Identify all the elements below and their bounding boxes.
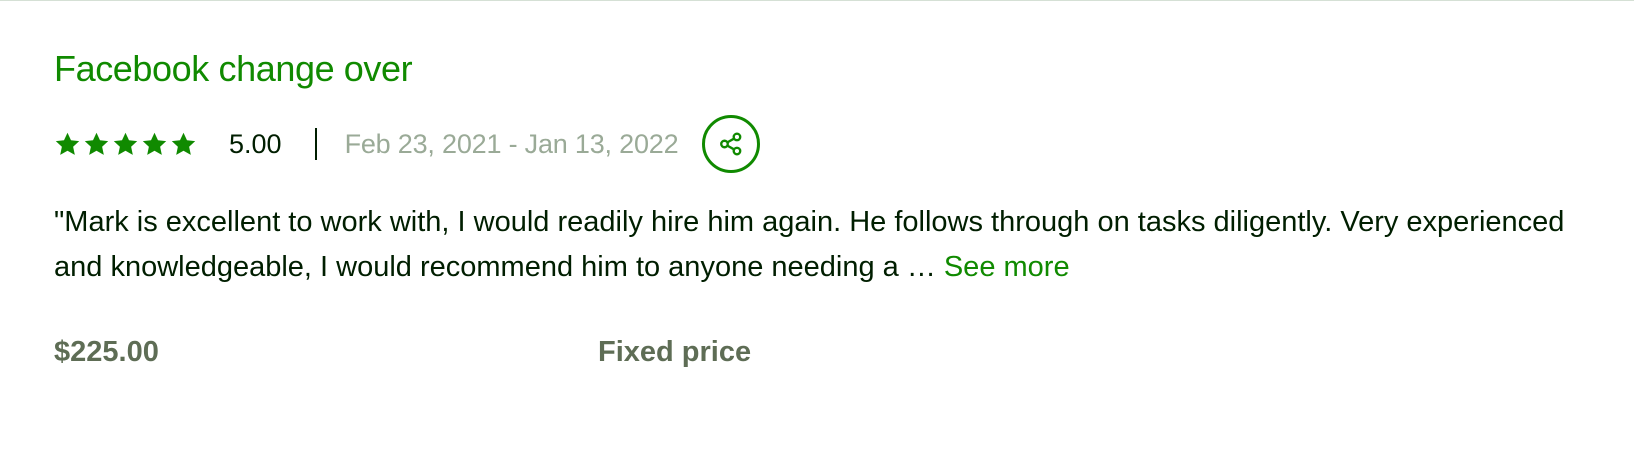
job-title-link[interactable]: Facebook change over xyxy=(54,48,413,90)
contract-date-range: Feb 23, 2021 - Jan 13, 2022 xyxy=(344,128,679,159)
job-meta-row: 5.00 Feb 23, 2021 - Jan 13, 2022 xyxy=(54,112,761,176)
see-more-link[interactable]: See more xyxy=(944,251,1070,283)
meta-divider xyxy=(314,128,317,160)
price-type: Fixed price xyxy=(598,336,752,368)
star-icon xyxy=(142,132,167,155)
share-icon xyxy=(720,132,742,156)
star-icon xyxy=(84,132,109,155)
star-rating xyxy=(54,131,197,158)
star-icon xyxy=(171,132,196,155)
share-button[interactable] xyxy=(702,115,761,173)
client-feedback: "Mark is excellent to work with, I would… xyxy=(54,200,1574,290)
star-icon xyxy=(55,132,80,155)
feedback-text: "Mark is excellent to work with, I would… xyxy=(54,206,1565,283)
job-amount: $225.00 xyxy=(54,336,159,368)
rating-score: 5.00 xyxy=(229,128,282,159)
star-icon xyxy=(113,132,138,155)
work-history-item: Facebook change over 5.00 Feb 23, 2021 -… xyxy=(54,0,1614,460)
